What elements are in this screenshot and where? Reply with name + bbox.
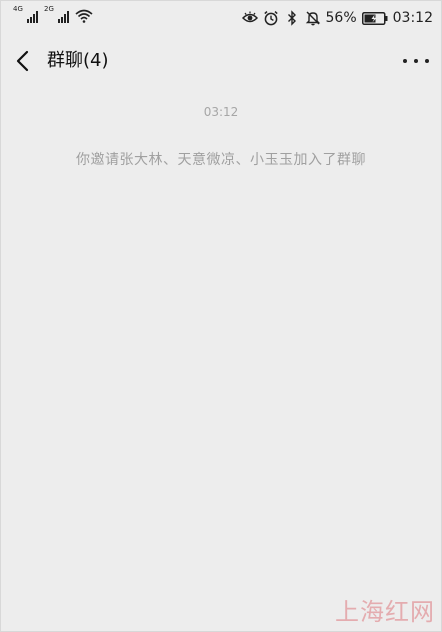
message-timestamp: 03:12: [203, 105, 239, 119]
eye-icon: [241, 11, 258, 23]
network-type-label: 4G: [13, 5, 23, 13]
mute-bell-icon: [305, 11, 320, 26]
more-options-button[interactable]: [403, 51, 429, 71]
status-bar-left: 4G 2G: [13, 5, 93, 23]
alarm-icon: [263, 11, 278, 26]
signal-icon: 4G: [13, 5, 38, 23]
back-button[interactable]: [11, 48, 37, 74]
system-message: 你邀请张大林、天意微凉、小玉玉加入了群聊: [76, 152, 366, 168]
phone-screen: 4G 2G 56% 03:12 群聊(4) 03:12 你邀请张大林、天意微凉、…: [0, 0, 442, 632]
chat-message-area[interactable]: 03:12 你邀请张大林、天意微凉、小玉玉加入了群聊: [1, 89, 441, 631]
more-dots-icon: [403, 59, 407, 63]
signal-icon: 2G: [44, 5, 69, 23]
wifi-icon: [75, 9, 93, 23]
chat-header: 群聊(4): [1, 35, 441, 89]
battery-charging-icon: [361, 11, 388, 25]
bluetooth-icon: [287, 10, 296, 26]
battery-percentage: 56%: [325, 10, 357, 26]
watermark-logo: 上海红网: [335, 598, 435, 626]
status-bar-right: 56% 03:12: [241, 9, 433, 27]
status-clock: 03:12: [392, 10, 433, 26]
status-bar: 4G 2G 56% 03:12: [1, 1, 441, 35]
network-type-label: 2G: [44, 5, 54, 13]
chat-title: 群聊(4): [47, 50, 109, 71]
